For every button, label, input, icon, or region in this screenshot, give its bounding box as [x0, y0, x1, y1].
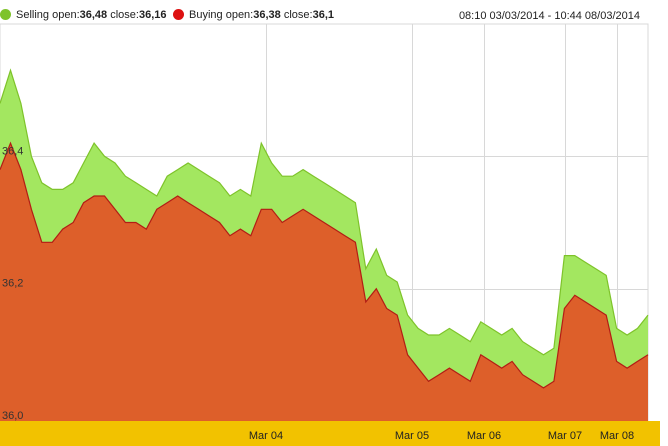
legend-selling-open-label: open: — [52, 9, 80, 21]
legend-buying-prefix: Buying — [189, 9, 223, 21]
y-tick-label: 36,2 — [2, 278, 23, 290]
legend-buying-open: 36,38 — [253, 9, 281, 21]
x-tick-label: Mar 05 — [395, 430, 429, 442]
legend-selling-open: 36,48 — [79, 9, 108, 21]
x-tick-label: Mar 06 — [467, 430, 501, 442]
legend-selling-close-label: close: — [110, 9, 139, 21]
legend-item-buying[interactable]: Buying open:36,38 close:36,1 — [173, 9, 334, 21]
y-tick-label: 36,4 — [2, 145, 23, 157]
legend-selling-close: 36,16 — [138, 9, 167, 21]
series-areas — [0, 68, 649, 422]
legend-item-selling[interactable]: Selling open:36,48 close:36,16 — [0, 9, 167, 21]
x-tick-label: Mar 04 — [249, 430, 283, 442]
y-tick-label: 36,0 — [2, 410, 23, 422]
x-tick-label: Mar 08 — [600, 430, 634, 442]
buying-dot-icon — [173, 9, 184, 20]
selling-dot-icon — [0, 9, 11, 20]
legend-selling-prefix: Selling — [16, 9, 50, 21]
legend-buying-close-label: close: — [283, 9, 313, 21]
legend-buying-close: 36,1 — [312, 9, 334, 21]
date-range: 08:10 03/03/2014 - 10:44 08/03/2014 — [458, 10, 640, 22]
area-chart: 36,0 36,2 36,4 Mar 04 Mar 05 Mar 06 Mar 07 Mar… — [0, 23, 660, 446]
legend-buying-open-label: open: — [225, 9, 254, 21]
x-tick-label: Mar 07 — [548, 430, 582, 442]
legend: Selling open:36,48 close:36,16 Buying op… — [0, 0, 660, 28]
